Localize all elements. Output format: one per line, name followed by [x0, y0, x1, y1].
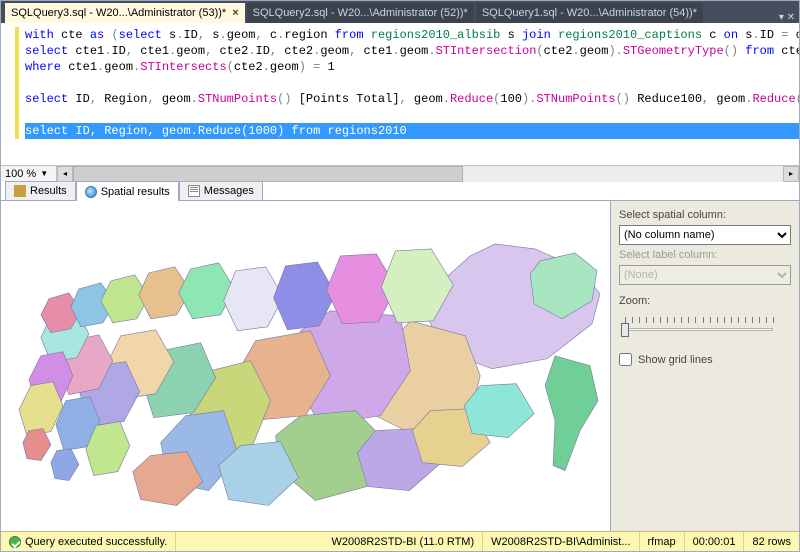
results-tab-messages[interactable]: Messages	[179, 181, 263, 200]
chevron-down-icon: ▼	[40, 169, 48, 178]
document-tab[interactable]: SQLQuery2.sql - W20...\Administrator (52…	[247, 3, 474, 23]
label-column-label: Select label column:	[619, 249, 791, 261]
close-icon[interactable]: ×	[232, 7, 238, 19]
spatial-options-panel: Select spatial column: (No column name) …	[611, 201, 799, 531]
status-server: W2008R2STD-BI (11.0 RTM)	[324, 532, 484, 551]
scrollbar-thumb[interactable]	[73, 166, 463, 182]
editor-line[interactable]: select cte1.ID, cte1.geom, cte2.ID, cte2…	[25, 43, 799, 59]
editor-line[interactable]	[25, 75, 799, 91]
editor-zoom-value: 100 %	[5, 168, 36, 180]
document-tab-label: SQLQuery1.sql - W20...\Administrator (54…	[482, 7, 697, 19]
status-bar: Query executed successfully. W2008R2STD-…	[1, 531, 799, 551]
editor-line[interactable]: where cte1.geom.STIntersects(cte2.geom) …	[25, 59, 799, 75]
document-tab[interactable]: SQLQuery3.sql - W20...\Administrator (53…	[5, 3, 245, 23]
document-tab-label: SQLQuery2.sql - W20...\Administrator (52…	[253, 7, 468, 19]
status-user: W2008R2STD-BI\Administ...	[483, 532, 639, 551]
zoom-slider-thumb[interactable]	[621, 323, 629, 337]
status-rowcount: 82 rows	[744, 532, 799, 551]
sql-editor-pane[interactable]: with cte as (select s.ID, s.geom, c.regi…	[1, 23, 799, 165]
editor-zoom-dropdown[interactable]: 100 % ▼	[1, 166, 57, 182]
globe-icon	[85, 186, 97, 198]
results-tab-strip: Results Spatial results Messages	[1, 181, 799, 201]
results-tab-results[interactable]: Results	[5, 181, 76, 200]
spatial-column-label: Select spatial column:	[619, 209, 791, 221]
editor-line[interactable]: with cte as (select s.ID, s.geom, c.regi…	[25, 27, 799, 43]
editor-line[interactable]: select ID, Region, geom.Reduce(1000) fro…	[25, 123, 799, 139]
scroll-left-button[interactable]: ◂	[57, 166, 73, 182]
message-icon	[188, 185, 200, 197]
document-tab[interactable]: SQLQuery1.sql - W20...\Administrator (54…	[476, 3, 703, 23]
editor-line[interactable]	[25, 107, 799, 123]
show-gridlines-label[interactable]: Show grid lines	[638, 354, 713, 366]
zoom-slider[interactable]	[619, 313, 779, 337]
sql-editor-text[interactable]: with cte as (select s.ID, s.geom, c.regi…	[25, 27, 799, 139]
results-tab-spatial-results[interactable]: Spatial results	[76, 181, 179, 201]
results-body: Select spatial column: (No column name) …	[1, 201, 799, 531]
spatial-column-select[interactable]: (No column name)	[619, 225, 791, 245]
grid-icon	[14, 185, 26, 197]
editor-line[interactable]: select ID, Region, geom.STNumPoints() [P…	[25, 91, 799, 107]
status-message-cell: Query executed successfully.	[1, 532, 176, 551]
results-tab-label: Results	[30, 185, 67, 197]
success-icon	[9, 536, 21, 548]
document-tab-strip: SQLQuery3.sql - W20...\Administrator (53…	[1, 1, 799, 23]
results-tab-label: Spatial results	[101, 186, 170, 198]
editor-gutter	[1, 23, 21, 165]
editor-horizontal-scrollbar[interactable]: ◂ ▸	[57, 166, 799, 182]
status-elapsed: 00:00:01	[685, 532, 745, 551]
status-database: rfmap	[640, 532, 685, 551]
scroll-right-button[interactable]: ▸	[783, 166, 799, 182]
editor-zoom-scroll-row: 100 % ▼ ◂ ▸	[1, 165, 799, 181]
label-column-select: (None)	[619, 265, 791, 285]
spatial-map-svg	[1, 201, 610, 530]
zoom-label: Zoom:	[619, 295, 791, 307]
show-gridlines-checkbox[interactable]	[619, 353, 632, 366]
status-message: Query executed successfully.	[25, 536, 167, 548]
document-tab-label: SQLQuery3.sql - W20...\Administrator (53…	[11, 7, 226, 19]
tab-overflow-controls[interactable]: ▾ ✕	[779, 12, 795, 23]
spatial-map-viewer[interactable]	[1, 201, 611, 531]
results-tab-label: Messages	[204, 185, 254, 197]
